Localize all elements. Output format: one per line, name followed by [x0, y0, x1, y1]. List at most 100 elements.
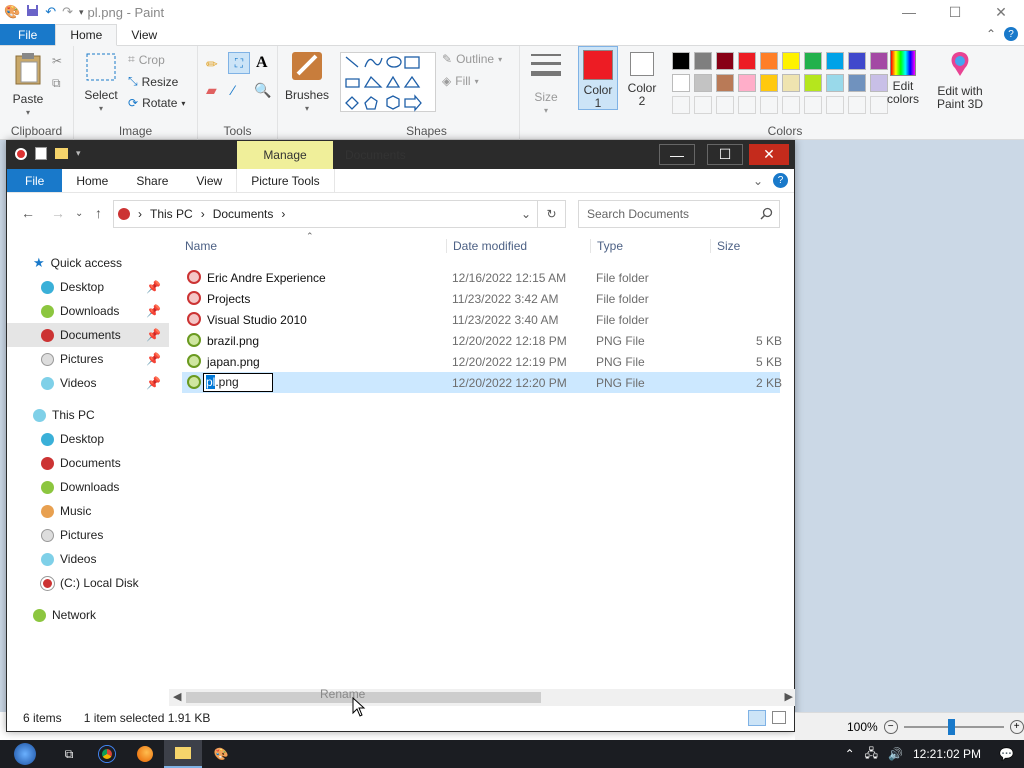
customize-qat-icon[interactable]: ▾	[76, 148, 81, 159]
select-button[interactable]: Select ▾	[80, 52, 122, 115]
taskbar-paint[interactable]: 🎨	[202, 740, 240, 768]
back-icon[interactable]: ←	[21, 205, 35, 221]
show-hidden-icons-icon[interactable]: ⌃	[845, 747, 855, 761]
palette-swatch[interactable]	[760, 74, 778, 92]
zoom-in-icon[interactable]: +	[1009, 719, 1024, 734]
palette-swatch[interactable]	[716, 52, 734, 70]
task-view-button[interactable]: ⧉	[50, 740, 88, 768]
custom-color-slot[interactable]	[716, 96, 734, 114]
custom-color-slot[interactable]	[672, 96, 690, 114]
column-header-size[interactable]: Size	[710, 239, 740, 253]
explorer-close-button[interactable]: ✕	[749, 144, 789, 165]
outline-button[interactable]: ✎ Outline ▾	[442, 52, 502, 66]
magnifier-icon[interactable]: 🔍	[254, 82, 271, 99]
nav-pc-local-disk[interactable]: (C:) Local Disk	[7, 571, 169, 595]
text-tool-icon[interactable]: A	[256, 54, 268, 72]
nav-quick-access[interactable]: ★ Quick access	[7, 251, 169, 275]
custom-color-slot[interactable]	[848, 96, 866, 114]
nav-quick-downloads[interactable]: Downloads 📌	[7, 299, 169, 323]
palette-swatch[interactable]	[804, 52, 822, 70]
color-picker-icon[interactable]: ⁄	[232, 82, 234, 98]
redo-icon[interactable]: ↷	[62, 4, 73, 20]
palette-swatch[interactable]	[738, 52, 756, 70]
explorer-tab-home[interactable]: Home	[62, 169, 122, 192]
paint-tab-view[interactable]: View	[117, 24, 171, 45]
zoom-slider[interactable]	[903, 718, 1004, 735]
details-view-icon[interactable]	[748, 710, 766, 726]
paint-tab-home[interactable]: Home	[55, 24, 118, 46]
brushes-button[interactable]: Brushes ▾	[282, 50, 332, 115]
palette-swatch[interactable]	[760, 52, 778, 70]
new-folder-icon[interactable]	[55, 148, 68, 159]
explorer-minimize-button[interactable]: —	[659, 144, 695, 165]
file-row[interactable]: japan.png 12/20/2022 12:19 PM PNG File 5 KB	[182, 351, 782, 372]
search-box[interactable]: Search Documents	[578, 200, 780, 228]
color2-button[interactable]: Color 2	[622, 46, 662, 110]
file-row[interactable]: Visual Studio 2010 11/23/2022 3:40 AM File…	[182, 309, 780, 330]
large-icons-view-icon[interactable]	[772, 711, 786, 724]
column-header-type[interactable]: Type	[590, 239, 623, 253]
paste-button[interactable]: Paste ▾	[8, 52, 48, 119]
volume-icon[interactable]: 🔊	[888, 747, 903, 761]
palette-swatch[interactable]	[716, 74, 734, 92]
refresh-button[interactable]: ↻	[538, 200, 566, 228]
taskbar-chrome[interactable]	[88, 740, 126, 768]
file-row[interactable]: brazil.png 12/20/2022 12:18 PM PNG File 5 K…	[182, 330, 782, 351]
nav-quick-documents[interactable]: Documents 📌	[7, 323, 169, 347]
breadcrumb-documents[interactable]: Documents	[213, 207, 274, 221]
file-row[interactable]: pl.png 12/20/2022 12:20 PM PNG File 2 KB	[182, 372, 782, 393]
pencil-icon[interactable]: ✏	[206, 56, 218, 73]
recent-locations-icon[interactable]: ⌄	[75, 208, 83, 219]
palette-swatch[interactable]	[804, 74, 822, 92]
explorer-tab-share[interactable]: Share	[122, 169, 182, 192]
custom-color-slot[interactable]	[738, 96, 756, 114]
palette-swatch[interactable]	[848, 74, 866, 92]
palette-swatch[interactable]	[694, 74, 712, 92]
shapes-gallery[interactable]	[340, 52, 436, 112]
palette-swatch[interactable]	[738, 74, 756, 92]
palette-swatch[interactable]	[826, 74, 844, 92]
column-header-date[interactable]: Date modified	[446, 239, 527, 253]
zoom-slider-thumb[interactable]	[947, 718, 955, 735]
save-icon[interactable]	[26, 4, 39, 20]
custom-color-slot[interactable]	[804, 96, 822, 114]
custom-color-slot[interactable]	[760, 96, 778, 114]
palette-swatch[interactable]	[694, 52, 712, 70]
nav-quick-pictures[interactable]: Pictures 📌	[7, 347, 169, 371]
undo-icon[interactable]: ↶	[45, 4, 56, 20]
file-row[interactable]: Eric Andre Experience 12/16/2022 12:15 AM…	[182, 267, 780, 288]
nav-pc-documents[interactable]: Documents	[7, 451, 169, 475]
nav-quick-desktop[interactable]: Desktop 📌	[7, 275, 169, 299]
fill-button[interactable]: ◈ Fill ▾	[442, 74, 479, 88]
color1-button[interactable]: Color 1	[578, 46, 618, 110]
paint-close-button[interactable]: ✕	[978, 0, 1024, 24]
explorer-help-icon[interactable]: ?	[773, 173, 788, 188]
eraser-icon[interactable]: ▰	[206, 82, 217, 99]
nav-this-pc[interactable]: This PC	[7, 403, 169, 427]
palette-swatch[interactable]	[782, 74, 800, 92]
edit-with-paint3d-button[interactable]: Edit with Paint 3D	[932, 50, 988, 111]
fill-bucket-icon[interactable]: ⛶	[228, 52, 250, 74]
network-status-icon[interactable]: 🖧	[865, 744, 878, 765]
taskbar-file-explorer[interactable]	[164, 740, 202, 768]
nav-pc-music[interactable]: Music	[7, 499, 169, 523]
forward-icon[interactable]: →	[51, 205, 65, 221]
explorer-tab-file[interactable]: File	[7, 169, 63, 192]
custom-color-slot[interactable]	[694, 96, 712, 114]
paint-maximize-button[interactable]: ☐	[932, 0, 978, 24]
column-header-name[interactable]: Name	[185, 239, 217, 253]
edit-colors-button[interactable]: Edit colors	[878, 50, 928, 106]
explorer-tab-view[interactable]: View	[182, 169, 236, 192]
custom-color-slot[interactable]	[782, 96, 800, 114]
taskbar-firefox[interactable]	[126, 740, 164, 768]
cut-icon[interactable]: ✂	[52, 54, 62, 68]
resize-button[interactable]: ⤡ Resize	[128, 74, 178, 89]
breadcrumb-this-pc[interactable]: This PC	[150, 207, 193, 221]
horizontal-scrollbar[interactable]: ◀ ▶	[169, 689, 795, 706]
nav-pc-desktop[interactable]: Desktop	[7, 427, 169, 451]
expand-ribbon-icon[interactable]: ⌄	[753, 174, 763, 188]
explorer-maximize-button[interactable]: ☐	[707, 144, 743, 165]
palette-swatch[interactable]	[672, 74, 690, 92]
palette-swatch[interactable]	[848, 52, 866, 70]
palette-swatch[interactable]	[782, 52, 800, 70]
